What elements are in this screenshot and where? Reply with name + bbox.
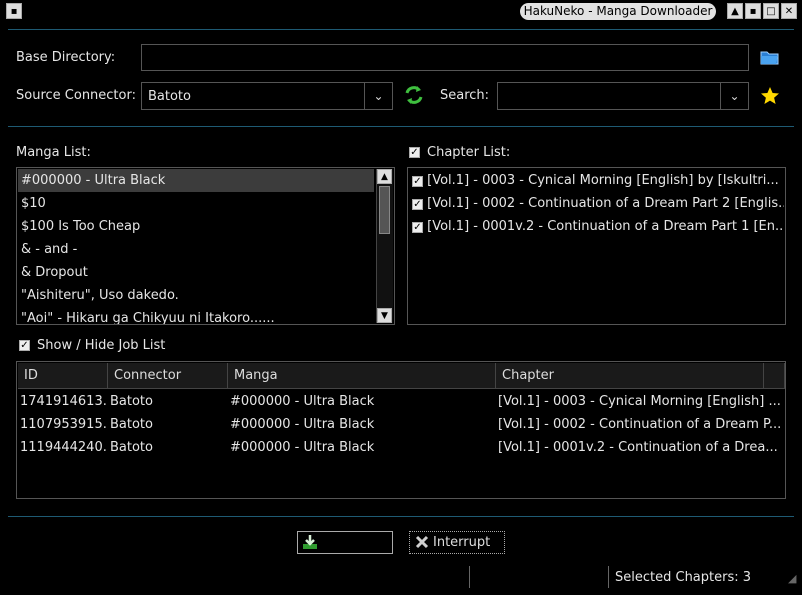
chapter-title: [Vol.1] - 0001v.2 - Continuation of a Dr… bbox=[427, 219, 784, 234]
search-label: Search: bbox=[440, 88, 490, 103]
window-menu-icon[interactable]: ▪ bbox=[6, 3, 22, 19]
manga-list[interactable]: #000000 - Ultra Black $10 $100 Is Too Ch… bbox=[16, 167, 395, 325]
refresh-icon[interactable] bbox=[403, 84, 425, 106]
divider bbox=[8, 126, 794, 127]
chapter-list-checkbox[interactable]: ✓ bbox=[409, 147, 420, 158]
cell-manga: #000000 - Ultra Black bbox=[230, 440, 375, 455]
download-button[interactable] bbox=[297, 531, 393, 554]
interrupt-label: Interrupt bbox=[433, 535, 491, 550]
restore-button[interactable]: ▪ bbox=[745, 3, 761, 19]
selected-chapters-count: Selected Chapters: 3 bbox=[615, 570, 752, 585]
list-item[interactable]: "Aishiteru", Uso dakedo. bbox=[18, 284, 374, 307]
cell-id: 1119444240... bbox=[20, 440, 106, 455]
status-bar: Selected Chapters: 3 ◢ bbox=[0, 566, 802, 595]
column-header-manga[interactable]: Manga bbox=[228, 363, 496, 389]
column-header-chapter[interactable]: Chapter bbox=[496, 363, 764, 389]
job-list-toggle-checkbox[interactable]: ✓ bbox=[19, 340, 30, 351]
cell-id: 1741914613... bbox=[20, 394, 106, 409]
list-item[interactable]: "Aoi" - Hikaru ga Chikyuu ni Itakoro....… bbox=[18, 307, 374, 324]
status-cell bbox=[6, 566, 468, 588]
source-connector-value: Batoto bbox=[148, 89, 191, 104]
divider bbox=[8, 516, 794, 517]
cell-connector: Batoto bbox=[110, 440, 153, 455]
source-connector-label: Source Connector: bbox=[16, 88, 136, 103]
status-cell bbox=[469, 566, 607, 588]
cell-chapter: [Vol.1] - 0003 - Cynical Morning [Englis… bbox=[498, 394, 781, 409]
cell-id: 1107953915... bbox=[20, 417, 106, 432]
cell-manga: #000000 - Ultra Black bbox=[230, 394, 375, 409]
scroll-up-icon[interactable]: ▲ bbox=[377, 169, 392, 184]
chevron-down-icon[interactable]: ⌄ bbox=[364, 83, 392, 109]
folder-icon[interactable] bbox=[760, 48, 780, 66]
cell-connector: Batoto bbox=[110, 417, 153, 432]
job-list-toggle-label: Show / Hide Job List bbox=[37, 338, 166, 353]
chapter-checkbox[interactable]: ✓ bbox=[412, 176, 423, 187]
scrollbar[interactable]: ▲ ▼ bbox=[376, 169, 393, 323]
list-item[interactable]: ✓ [Vol.1] - 0001v.2 - Continuation of a … bbox=[409, 215, 784, 238]
list-item[interactable]: $100 Is Too Cheap bbox=[18, 215, 374, 238]
cell-chapter: [Vol.1] - 0001v.2 - Continuation of a Dr… bbox=[498, 440, 778, 455]
base-directory-input[interactable] bbox=[141, 44, 749, 71]
chapter-checkbox[interactable]: ✓ bbox=[412, 199, 423, 210]
job-table[interactable]: ID Connector Manga Chapter 1741914613...… bbox=[16, 361, 786, 499]
list-item[interactable]: & - and - bbox=[18, 238, 374, 261]
list-item[interactable]: ✓ [Vol.1] - 0002 - Continuation of a Dre… bbox=[409, 192, 784, 215]
star-icon[interactable] bbox=[760, 86, 780, 106]
download-icon bbox=[302, 534, 318, 550]
scroll-down-icon[interactable]: ▼ bbox=[377, 308, 392, 323]
list-item[interactable]: & Dropout bbox=[18, 261, 374, 284]
resize-grip-icon[interactable]: ◢ bbox=[788, 572, 800, 586]
column-header-filler bbox=[764, 363, 785, 389]
chapter-list[interactable]: ✓ [Vol.1] - 0003 - Cynical Morning [Engl… bbox=[407, 167, 786, 325]
search-input[interactable]: ⌄ bbox=[497, 82, 749, 110]
column-header-id[interactable]: ID bbox=[18, 363, 108, 389]
list-item[interactable]: #000000 - Ultra Black bbox=[18, 169, 374, 192]
chapter-checkbox[interactable]: ✓ bbox=[412, 222, 423, 233]
cell-connector: Batoto bbox=[110, 394, 153, 409]
column-header-connector[interactable]: Connector bbox=[108, 363, 228, 389]
close-icon bbox=[415, 535, 429, 549]
manga-list-label: Manga List: bbox=[16, 145, 91, 160]
status-cell: Selected Chapters: 3 bbox=[608, 566, 788, 588]
maximize-button[interactable]: □ bbox=[763, 3, 779, 19]
cell-manga: #000000 - Ultra Black bbox=[230, 417, 375, 432]
list-item[interactable]: $10 bbox=[18, 192, 374, 215]
base-directory-label: Base Directory: bbox=[16, 50, 116, 65]
interrupt-button[interactable]: Interrupt bbox=[409, 531, 505, 554]
minimize-button[interactable]: ▲ bbox=[727, 3, 743, 19]
scrollbar-thumb[interactable] bbox=[379, 186, 390, 234]
divider bbox=[8, 29, 794, 30]
cell-chapter: [Vol.1] - 0002 - Continuation of a Dream… bbox=[498, 417, 782, 432]
chevron-down-icon[interactable]: ⌄ bbox=[720, 83, 748, 109]
window-title: HakuNeko - Manga Downloader bbox=[520, 3, 716, 20]
source-connector-select[interactable]: Batoto ⌄ bbox=[141, 82, 393, 110]
chapter-title: [Vol.1] - 0002 - Continuation of a Dream… bbox=[427, 196, 784, 211]
chapter-list-label: Chapter List: bbox=[427, 145, 511, 160]
close-button[interactable]: ✕ bbox=[781, 3, 797, 19]
chapter-title: [Vol.1] - 0003 - Cynical Morning [Englis… bbox=[427, 173, 779, 188]
title-bar: ▪ HakuNeko - Manga Downloader ▲ ▪ □ ✕ bbox=[0, 0, 802, 22]
list-item[interactable]: ✓ [Vol.1] - 0003 - Cynical Morning [Engl… bbox=[409, 169, 784, 192]
